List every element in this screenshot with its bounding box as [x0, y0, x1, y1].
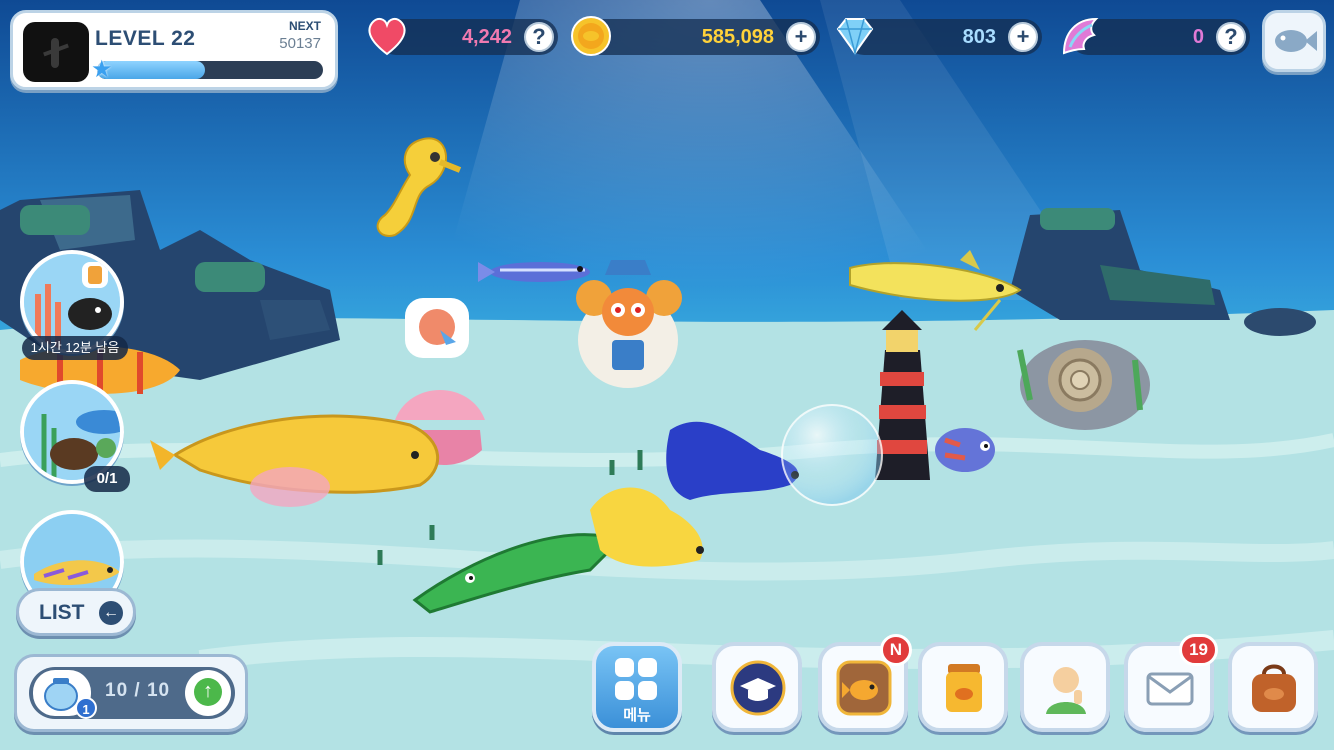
map-pin-bubble — [405, 298, 469, 358]
mail-count-badge: 19 — [1179, 634, 1218, 666]
mission-count: 0/1 — [84, 466, 130, 492]
tank-capacity-value: 10 / 10 — [105, 680, 171, 701]
graduation-cap-icon — [730, 660, 786, 716]
hearts-value: 4,242 — [461, 26, 512, 48]
bubble — [781, 404, 883, 506]
bag-button[interactable] — [1228, 642, 1318, 732]
wings-counter: 0 ? — [1062, 17, 1250, 55]
experience-bar-fill — [97, 61, 206, 79]
fish-book-button[interactable]: N — [818, 634, 912, 732]
menu-button[interactable]: 메뉴 — [592, 642, 682, 732]
coins-value: 585,098 — [701, 26, 774, 48]
bag-icon — [1252, 664, 1296, 712]
gems-add-button[interactable]: + — [1008, 22, 1038, 52]
friends-button[interactable] — [1020, 642, 1110, 732]
ammonite-fossil — [1017, 340, 1150, 430]
aquarium-scene — [0, 0, 1334, 750]
tank-capacity-bar: 1 10 / 10 ↑ — [29, 667, 235, 719]
list-button[interactable]: LIST ← — [16, 588, 136, 636]
academy-button[interactable] — [712, 642, 802, 732]
next-label: NEXT — [288, 19, 321, 33]
level-panel[interactable]: LEVEL 22 NEXT 50137 ★ — [10, 10, 338, 90]
avatar[interactable] — [23, 22, 89, 82]
coins-counter: 585,098 + — [571, 16, 820, 56]
jar-icon — [946, 664, 982, 712]
event-timer: 1시간 12분 남음 — [22, 336, 128, 360]
next-exp-value: 50137 — [279, 35, 321, 52]
experience-bar — [97, 61, 323, 79]
grid-icon — [615, 658, 659, 702]
tank-upgrade-button[interactable]: ↑ — [185, 670, 231, 716]
wings-value: 0 — [1192, 26, 1204, 48]
new-badge: N — [879, 634, 912, 666]
envelope-icon — [1146, 672, 1194, 706]
wings-help-button[interactable]: ? — [1216, 22, 1246, 52]
diamond-icon — [836, 18, 874, 56]
striped-tang-fish — [935, 428, 995, 472]
fish-feed-button[interactable] — [1262, 10, 1326, 72]
mail-button[interactable]: 19 — [1124, 634, 1218, 732]
level-label: LEVEL 22 — [95, 27, 196, 50]
arrow-left-icon: ← — [99, 601, 123, 625]
arrow-up-icon: ↑ — [194, 678, 222, 706]
coins-add-button[interactable]: + — [786, 22, 816, 52]
hearts-help-button[interactable]: ? — [524, 22, 554, 52]
star-icon: ★ — [91, 56, 113, 83]
gems-counter: 803 + — [836, 18, 1042, 56]
fish-jar-button[interactable] — [918, 642, 1008, 732]
person-icon — [1046, 667, 1086, 714]
fish-icon — [1275, 30, 1317, 52]
tank-capacity-panel: 1 10 / 10 ↑ — [14, 654, 248, 732]
hearts-counter: 4,242 ? — [368, 17, 558, 56]
heart-icon — [368, 17, 406, 56]
wing-icon — [1062, 17, 1099, 55]
goldfish-icon — [836, 660, 892, 716]
aquarium-background — [0, 0, 1334, 750]
tank-count-badge: 1 — [75, 697, 97, 719]
menu-label: 메뉴 — [623, 707, 651, 724]
list-label: LIST — [39, 601, 85, 624]
gems-value: 803 — [962, 26, 996, 48]
coin-icon — [571, 16, 611, 56]
